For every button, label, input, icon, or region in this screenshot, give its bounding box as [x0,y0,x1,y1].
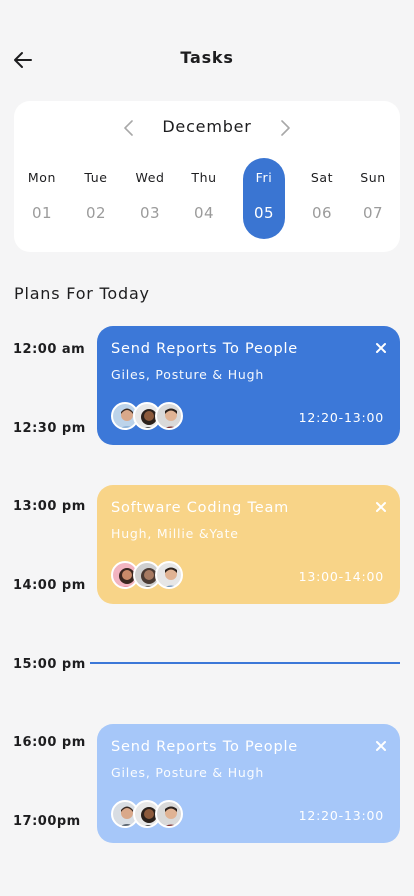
day-sun[interactable]: Sun 07 [352,158,394,239]
task-title: Software Coding Team [111,500,290,516]
avatar [155,800,183,828]
task-card[interactable]: Send Reports To People Giles, Posture & … [97,326,400,445]
day-mon[interactable]: Mon 01 [21,158,63,239]
task-time: 12:20-13:00 [298,410,384,425]
task-title: Send Reports To People [111,341,299,357]
time-label: 17:00pm [13,814,81,829]
close-button[interactable] [374,340,388,354]
day-number: 03 [139,204,161,222]
time-label: 12:30 pm [13,421,86,436]
task-card[interactable]: Software Coding Team Hugh, Millie &Yate … [97,485,400,604]
avatar [155,402,183,430]
close-icon [376,741,386,751]
time-label: 12:00 am [13,342,86,357]
task-time: 12:20-13:00 [298,808,384,823]
task-card[interactable]: Send Reports To People Giles, Posture & … [97,724,400,843]
day-name: Wed [135,170,165,185]
task-title: Send Reports To People [111,739,299,755]
time-label: 15:00 pm [13,657,86,672]
week-calendar: December Mon 01 Tue 02 Wed 03 Thu 04 Fri… [14,101,400,252]
current-time-line [90,662,400,664]
day-number: 06 [311,204,333,222]
day-thu[interactable]: Thu 04 [183,158,225,239]
avatar-group [111,561,211,591]
day-name: Tue [84,170,108,185]
avatar-group [111,402,211,432]
day-number: 02 [85,204,107,222]
close-icon [376,502,386,512]
close-button[interactable] [374,499,388,513]
task-members: Giles, Posture & Hugh [111,367,265,382]
day-sat[interactable]: Sat 06 [301,158,343,239]
chevron-right-icon [281,120,290,136]
day-number: 05 [253,204,275,222]
task-time: 13:00-14:00 [298,569,384,584]
month-label: December [162,117,252,136]
time-label: 13:00 pm [13,499,86,514]
day-number: 04 [193,204,215,222]
day-number: 01 [31,204,53,222]
plans-title: Plans For Today [14,284,150,303]
day-number: 07 [362,204,384,222]
task-members: Hugh, Millie &Yate [111,526,239,541]
avatar-group [111,800,211,830]
month-selector: December [14,116,400,140]
day-name: Sun [360,170,386,185]
close-icon [376,343,386,353]
time-label: 14:00 pm [13,578,86,593]
day-name: Sat [310,170,334,185]
avatar [155,561,183,589]
day-wed[interactable]: Wed 03 [129,158,171,239]
task-members: Giles, Posture & Hugh [111,765,265,780]
day-fri-selected[interactable]: Fri 05 [243,158,285,239]
close-button[interactable] [374,738,388,752]
day-name: Thu [191,170,217,185]
time-label: 16:00 pm [13,735,86,750]
day-tue[interactable]: Tue 02 [75,158,117,239]
day-name: Fri [255,170,273,185]
page-title: Tasks [180,48,234,67]
day-name: Mon [27,170,57,185]
next-month-button[interactable] [278,119,292,137]
